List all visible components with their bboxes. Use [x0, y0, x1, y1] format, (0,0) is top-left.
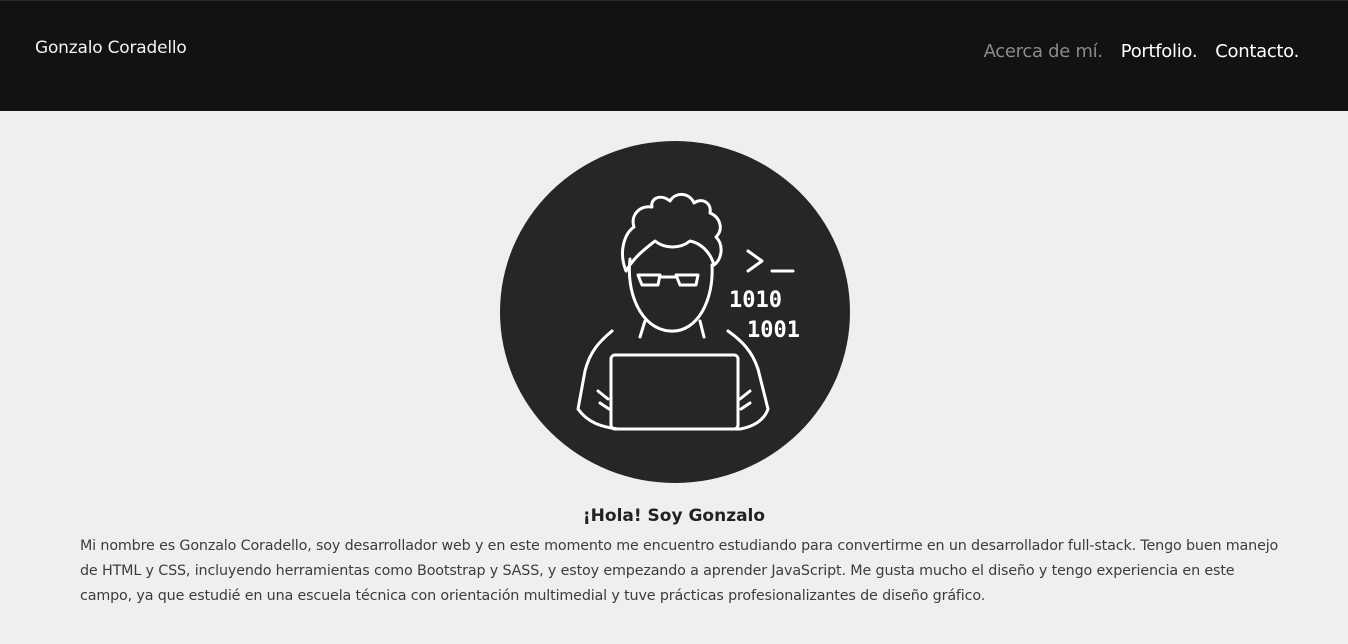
bio-paragraph: Mi nombre es Gonzalo Coradello, soy desa…	[80, 538, 1279, 604]
nav-link-portfolio[interactable]: Portfolio.	[1121, 41, 1198, 62]
navbar: Gonzalo Coradello Acerca de mí. Portfoli…	[0, 0, 1348, 111]
nav-menu: Acerca de mí. Portfolio. Contacto.	[984, 41, 1300, 62]
binary-line-2: 1001	[747, 318, 800, 343]
brand-link[interactable]: Gonzalo Coradello	[35, 38, 187, 58]
avatar-circle	[500, 141, 850, 483]
binary-line-1: 1010	[729, 288, 782, 313]
nav-link-contact[interactable]: Contacto.	[1215, 41, 1299, 62]
greeting-heading: ¡Hola! Soy Gonzalo	[582, 506, 766, 526]
nav-link-about[interactable]: Acerca de mí.	[984, 41, 1104, 62]
developer-avatar-image: 1010 1001	[500, 141, 850, 483]
